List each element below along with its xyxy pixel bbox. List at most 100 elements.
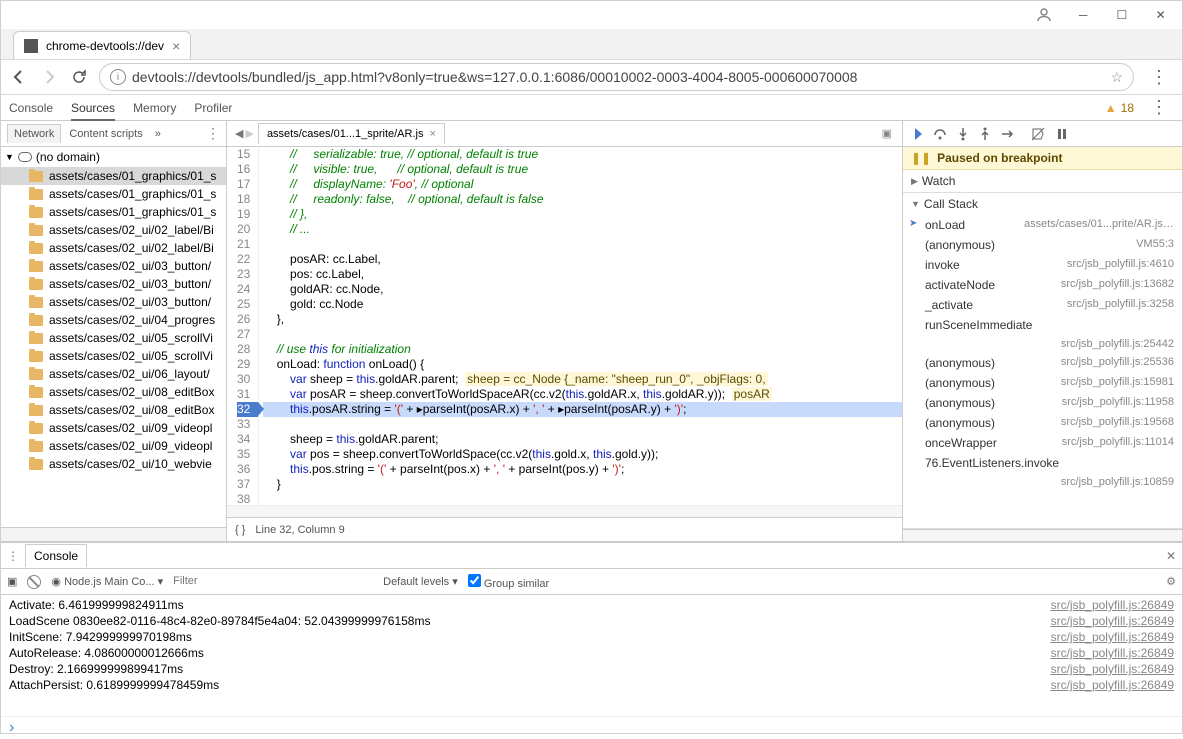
tab-console[interactable]: Console <box>9 101 53 115</box>
group-similar-checkbox[interactable]: Group similar <box>468 574 549 590</box>
stack-frame[interactable]: (anonymous)src/jsb_polyfill.js:15981 <box>903 373 1182 393</box>
console-output[interactable]: Activate: 6.461999999824911mssrc/jsb_pol… <box>1 595 1182 716</box>
drawer-tab-console[interactable]: Console <box>25 544 87 567</box>
bookmark-icon[interactable]: ☆ <box>1110 69 1123 86</box>
nav-tab-content-scripts[interactable]: Content scripts <box>63 125 148 143</box>
maximize-button[interactable]: ☐ <box>1103 1 1142 29</box>
tree-item[interactable]: assets/cases/01_graphics/01_s <box>1 203 226 221</box>
show-navigator-icon[interactable]: ▣ <box>876 127 898 140</box>
tree-root[interactable]: ▼ (no domain) <box>1 147 226 167</box>
tab-close-icon[interactable]: × <box>172 38 180 54</box>
stack-frame-loc[interactable]: src/jsb_polyfill.js:10859 <box>903 473 1182 491</box>
context-selector[interactable]: ◉ Node.js Main Co... ▾ <box>51 575 163 588</box>
tree-item[interactable]: assets/cases/02_ui/09_videopl <box>1 419 226 437</box>
braces-icon[interactable]: { } <box>235 524 245 536</box>
editor-status-bar: { } Line 32, Column 9 <box>227 517 902 541</box>
watch-section[interactable]: ▶Watch <box>903 170 1182 193</box>
drawer-close-button[interactable]: ✕ <box>1166 549 1176 563</box>
log-entry[interactable]: Activate: 6.461999999824911mssrc/jsb_pol… <box>9 597 1174 613</box>
history-back-icon[interactable]: ◀ <box>235 127 243 140</box>
log-entry[interactable]: InitScene: 7.942999999970198mssrc/jsb_po… <box>9 629 1174 645</box>
tree-item[interactable]: assets/cases/02_ui/03_button/ <box>1 257 226 275</box>
tab-memory[interactable]: Memory <box>133 101 176 115</box>
tree-item[interactable]: assets/cases/02_ui/03_button/ <box>1 293 226 311</box>
log-entry[interactable]: AttachPersist: 0.6189999999478459mssrc/j… <box>9 677 1174 693</box>
pause-exceptions-button[interactable] <box>1055 127 1069 141</box>
nav-more-tabs-icon[interactable]: » <box>155 128 161 140</box>
line-gutter[interactable]: 1516171819202122232425262728293031323334… <box>227 147 259 505</box>
devtools-menu-button[interactable]: ⋮ <box>1144 97 1174 118</box>
tree-item[interactable]: assets/cases/02_ui/02_label/Bi <box>1 239 226 257</box>
step-out-button[interactable] <box>979 127 991 141</box>
tree-item[interactable]: assets/cases/02_ui/10_webvie <box>1 455 226 473</box>
browser-tab[interactable]: chrome-devtools://dev × <box>13 31 191 59</box>
file-tree[interactable]: ▼ (no domain) assets/cases/01_graphics/0… <box>1 147 226 527</box>
tab-close-icon[interactable]: × <box>429 128 435 140</box>
scrollbar-horizontal[interactable] <box>1 527 226 541</box>
expand-icon[interactable]: ▼ <box>911 199 920 209</box>
tree-item[interactable]: assets/cases/01_graphics/01_s <box>1 167 226 185</box>
code-editor[interactable]: 1516171819202122232425262728293031323334… <box>227 147 902 505</box>
tab-sources[interactable]: Sources <box>71 101 115 121</box>
tree-item[interactable]: assets/cases/02_ui/05_scrollVi <box>1 329 226 347</box>
stack-frame[interactable]: activateNodesrc/jsb_polyfill.js:13682 <box>903 275 1182 295</box>
expand-icon[interactable]: ▼ <box>5 152 14 162</box>
site-info-icon[interactable]: i <box>110 69 126 85</box>
editor-file-tab[interactable]: assets/cases/01...1_sprite/AR.js × <box>258 123 445 144</box>
resume-button[interactable] <box>909 127 923 141</box>
stack-frame[interactable]: runSceneImmediate <box>903 315 1182 335</box>
warnings-badge[interactable]: ▲18 <box>1105 101 1134 115</box>
console-prompt[interactable]: › <box>1 716 1182 739</box>
browser-menu-button[interactable]: ⋮ <box>1144 67 1174 88</box>
tree-item[interactable]: assets/cases/01_graphics/01_s <box>1 185 226 203</box>
stack-frame[interactable]: (anonymous)src/jsb_polyfill.js:11958 <box>903 393 1182 413</box>
tree-item[interactable]: assets/cases/02_ui/09_videopl <box>1 437 226 455</box>
minimize-button[interactable]: ─ <box>1064 1 1103 29</box>
stack-frame[interactable]: _activatesrc/jsb_polyfill.js:3258 <box>903 295 1182 315</box>
tree-item[interactable]: assets/cases/02_ui/03_button/ <box>1 275 226 293</box>
deactivate-breakpoints-button[interactable] <box>1031 127 1045 141</box>
log-level-selector[interactable]: Default levels ▾ <box>383 575 458 588</box>
log-entry[interactable]: LoadScene 0830ee82-0116-48c4-82e0-89784f… <box>9 613 1174 629</box>
log-entry[interactable]: Destroy: 2.166999999899417mssrc/jsb_poly… <box>9 661 1174 677</box>
stack-frame[interactable]: 76.EventListeners.invoke <box>903 453 1182 473</box>
tree-item[interactable]: assets/cases/02_ui/02_label/Bi <box>1 221 226 239</box>
log-entry[interactable]: AutoRelease: 4.08600000012666mssrc/jsb_p… <box>9 645 1174 661</box>
folder-icon <box>29 441 43 452</box>
history-nav[interactable]: ◀ ▶ <box>231 127 258 140</box>
tab-profiler[interactable]: Profiler <box>194 101 232 115</box>
stack-frame[interactable]: invokesrc/jsb_polyfill.js:4610 <box>903 255 1182 275</box>
console-exec-icon[interactable]: ▣ <box>7 575 17 588</box>
history-forward-icon[interactable]: ▶ <box>245 127 253 140</box>
stack-frame-loc[interactable]: src/jsb_polyfill.js:25442 <box>903 335 1182 353</box>
console-filter-input[interactable] <box>173 575 373 588</box>
nav-back-button[interactable] <box>9 67 29 87</box>
console-settings-button[interactable]: ⚙ <box>1166 575 1176 588</box>
tree-item[interactable]: assets/cases/02_ui/05_scrollVi <box>1 347 226 365</box>
clear-console-button[interactable] <box>27 575 41 589</box>
scrollbar-horizontal[interactable] <box>903 529 1182 541</box>
tree-item[interactable]: assets/cases/02_ui/04_progres <box>1 311 226 329</box>
stack-frame[interactable]: onceWrappersrc/jsb_polyfill.js:11014 <box>903 433 1182 453</box>
close-button[interactable]: ✕ <box>1141 1 1180 29</box>
nav-tab-network[interactable]: Network <box>7 124 61 143</box>
collapse-icon[interactable]: ▶ <box>911 176 918 187</box>
step-into-button[interactable] <box>957 127 969 141</box>
stack-frame[interactable]: (anonymous)VM55:3 <box>903 235 1182 255</box>
url-text: devtools://devtools/bundled/js_app.html?… <box>132 69 1104 85</box>
nav-menu-button[interactable]: ⋮ <box>206 125 220 142</box>
tree-item[interactable]: assets/cases/02_ui/06_layout/ <box>1 365 226 383</box>
nav-reload-button[interactable] <box>69 67 89 87</box>
tree-item[interactable]: assets/cases/02_ui/08_editBox <box>1 401 226 419</box>
stack-frame[interactable]: (anonymous)src/jsb_polyfill.js:25536 <box>903 353 1182 373</box>
stack-frame[interactable]: (anonymous)src/jsb_polyfill.js:19568 <box>903 413 1182 433</box>
scrollbar-horizontal[interactable] <box>227 505 902 517</box>
account-icon[interactable] <box>1025 1 1064 29</box>
step-button[interactable] <box>1001 128 1015 140</box>
step-over-button[interactable] <box>933 127 947 141</box>
url-input[interactable]: i devtools://devtools/bundled/js_app.htm… <box>99 63 1134 91</box>
drawer-menu-button[interactable]: ⋮ <box>7 549 19 563</box>
code-content[interactable]: // serializable: true, // optional, defa… <box>259 147 902 505</box>
stack-frame[interactable]: onLoadassets/cases/01...prite/AR.js:32 <box>903 215 1182 235</box>
tree-item[interactable]: assets/cases/02_ui/08_editBox <box>1 383 226 401</box>
